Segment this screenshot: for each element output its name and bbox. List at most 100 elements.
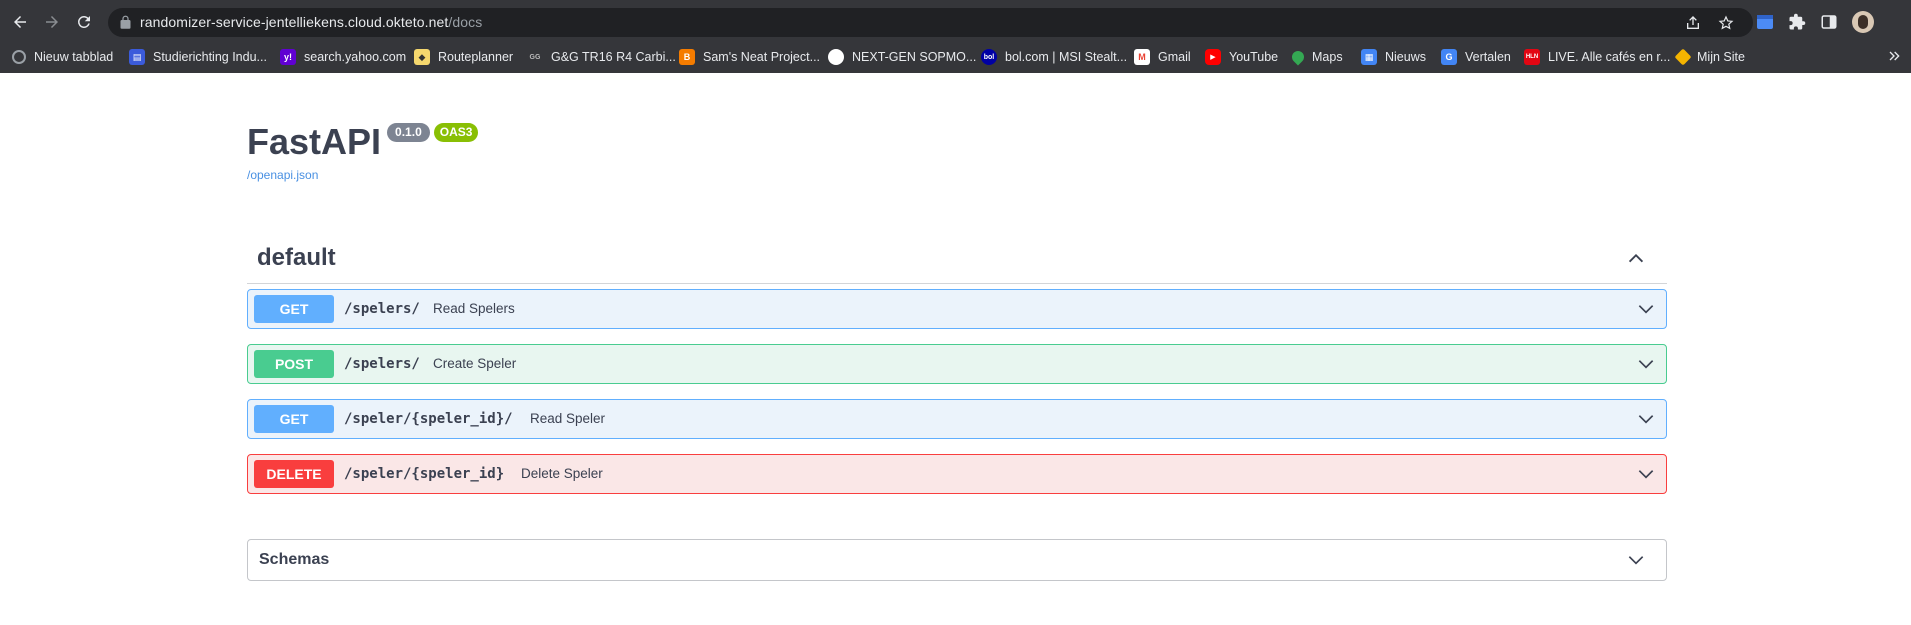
bookmark-item[interactable]: ▶ YouTube (1205, 46, 1278, 68)
bookmark-label: NEXT-GEN SOPMO... (852, 50, 977, 64)
lock-icon (120, 15, 131, 29)
reload-button[interactable] (72, 10, 96, 34)
tag-section-header[interactable]: default (247, 238, 1667, 284)
operation-summary: Read Speler (530, 411, 606, 426)
news-icon: ▦ (1361, 49, 1377, 65)
bookmark-label: Nieuws (1385, 50, 1426, 64)
forward-arrow-icon (46, 16, 58, 28)
globe-icon (12, 50, 26, 64)
bookmark-item[interactable]: y! search.yahoo.com (280, 46, 406, 68)
bookmark-item[interactable]: HLN LIVE. Alle cafés en r... (1524, 46, 1670, 68)
method-badge: DELETE (254, 460, 334, 488)
operation-path: /speler/{speler_id}/ (344, 411, 513, 427)
url-path: /docs (448, 14, 483, 30)
url-text[interactable]: randomizer-service-jentelliekens.cloud.o… (140, 14, 482, 30)
bookmark-item[interactable]: Mijn Site (1674, 46, 1745, 68)
operation-summary: Read Spelers (433, 301, 515, 316)
bookmark-label: G&G TR16 R4 Carbi... (551, 50, 676, 64)
operation-delete-speler[interactable]: DELETE /speler/{speler_id} Delete Speler (247, 454, 1667, 494)
chevron-down-icon[interactable] (1636, 354, 1656, 374)
site-icon (1674, 48, 1692, 66)
studierichting-icon: ▤ (129, 49, 145, 65)
bookmarks-bar: Nieuw tabblad ▤ Studierichting Indu... y… (0, 44, 1911, 73)
url-host: randomizer-service-jentelliekens.cloud.o… (140, 14, 449, 30)
chevron-down-icon[interactable] (1636, 464, 1656, 484)
bookmark-label: Studierichting Indu... (153, 50, 267, 64)
bookmark-label: Routeplanner (438, 50, 514, 64)
browser-toolbar: randomizer-service-jentelliekens.cloud.o… (0, 0, 1911, 44)
operation-get-spelers[interactable]: GET /spelers/ Read Spelers (247, 289, 1667, 329)
bookmark-label: YouTube (1229, 50, 1279, 64)
bookmark-item[interactable]: GG G&G TR16 R4 Carbi... (527, 46, 676, 68)
calendar-extension-icon (1757, 15, 1773, 29)
browser-chrome: randomizer-service-jentelliekens.cloud.o… (0, 0, 1911, 73)
blogger-icon: B (679, 49, 695, 65)
chevron-down-icon[interactable] (1636, 409, 1656, 429)
back-arrow-icon (14, 16, 26, 28)
method-badge: POST (254, 350, 334, 378)
operation-path: /spelers/ (344, 356, 420, 372)
bookmark-label: Vertalen (1465, 50, 1511, 64)
operation-path: /spelers/ (344, 301, 420, 317)
operation-summary: Create Speler (433, 356, 517, 371)
schemas-label: Schemas (259, 551, 330, 568)
method-badge: GET (254, 295, 334, 323)
back-button[interactable] (8, 10, 32, 34)
page-title: FastAPI (247, 121, 382, 162)
bookmark-item[interactable]: bol bol.com | MSI Stealt... (981, 46, 1127, 68)
tag-name: default (257, 244, 336, 271)
chevron-down-icon[interactable] (1636, 299, 1656, 319)
bookmark-item[interactable]: ◆ Routeplanner (414, 46, 513, 68)
bookmark-item[interactable]: M Gmail (1134, 46, 1191, 68)
bookmark-label: search.yahoo.com (304, 50, 407, 64)
translate-icon: G (1441, 49, 1457, 65)
hln-icon: HLN (1524, 49, 1540, 65)
star-icon[interactable] (1718, 15, 1734, 31)
extension-icon[interactable] (1755, 12, 1775, 32)
bookmark-item[interactable]: NEXT-GEN SOPMO... (828, 46, 976, 68)
puzzle-icon (1789, 13, 1806, 30)
bookmark-label: Gmail (1158, 50, 1191, 64)
oas-badge: OAS3 (433, 123, 479, 142)
bookmark-label: LIVE. Alle cafés en r... (1548, 50, 1671, 64)
bookmark-item[interactable]: Nieuw tabblad (12, 46, 113, 68)
youtube-icon: ▶ (1205, 49, 1221, 65)
bookmark-label: Sam's Neat Project... (703, 50, 821, 64)
bol-icon: bol (981, 49, 997, 65)
schemas-section[interactable]: Schemas (247, 539, 1667, 581)
maps-icon (1289, 48, 1307, 66)
operation-summary: Delete Speler (521, 466, 603, 481)
yahoo-icon: y! (280, 49, 296, 65)
bookmark-label: Maps (1312, 50, 1343, 64)
bookmark-label: bol.com | MSI Stealt... (1005, 50, 1128, 64)
bookmark-label: Mijn Site (1697, 50, 1745, 64)
chevron-up-icon[interactable] (1625, 247, 1647, 269)
version-badge: 0.1.0 (387, 123, 430, 142)
gmail-icon: M (1134, 49, 1150, 65)
extensions-button[interactable] (1787, 12, 1807, 32)
address-bar[interactable]: randomizer-service-jentelliekens.cloud.o… (108, 8, 1753, 37)
side-panel-icon (1821, 15, 1837, 29)
share-icon[interactable] (1685, 15, 1701, 31)
profile-avatar[interactable] (1852, 11, 1874, 33)
side-panel-button[interactable] (1819, 12, 1839, 32)
bookmark-item[interactable]: ▤ Studierichting Indu... (129, 46, 267, 68)
routeplanner-icon: ◆ (414, 49, 430, 65)
bookmark-item[interactable]: B Sam's Neat Project... (679, 46, 820, 68)
bookmark-item[interactable]: Maps (1289, 46, 1343, 68)
bookmark-item[interactable]: ▦ Nieuws (1361, 46, 1426, 68)
chevron-down-icon[interactable] (1626, 550, 1646, 570)
circle-icon (828, 49, 844, 65)
api-info-header: FastAPI 0.1.0 OAS3 (247, 120, 479, 164)
forward-button[interactable] (40, 10, 64, 34)
gg-icon: GG (529, 53, 541, 61)
operation-path: /speler/{speler_id} (344, 466, 505, 482)
method-badge: GET (254, 405, 334, 433)
bookmark-label: Nieuw tabblad (34, 50, 114, 64)
chevron-double-right-icon[interactable] (1886, 48, 1902, 64)
reload-icon (77, 15, 90, 28)
bookmark-item[interactable]: G Vertalen (1441, 46, 1511, 68)
operation-get-speler[interactable]: GET /speler/{speler_id}/ Read Speler (247, 399, 1667, 439)
operation-post-spelers[interactable]: POST /spelers/ Create Speler (247, 344, 1667, 384)
openapi-json-link[interactable]: /openapi.json (247, 168, 318, 182)
